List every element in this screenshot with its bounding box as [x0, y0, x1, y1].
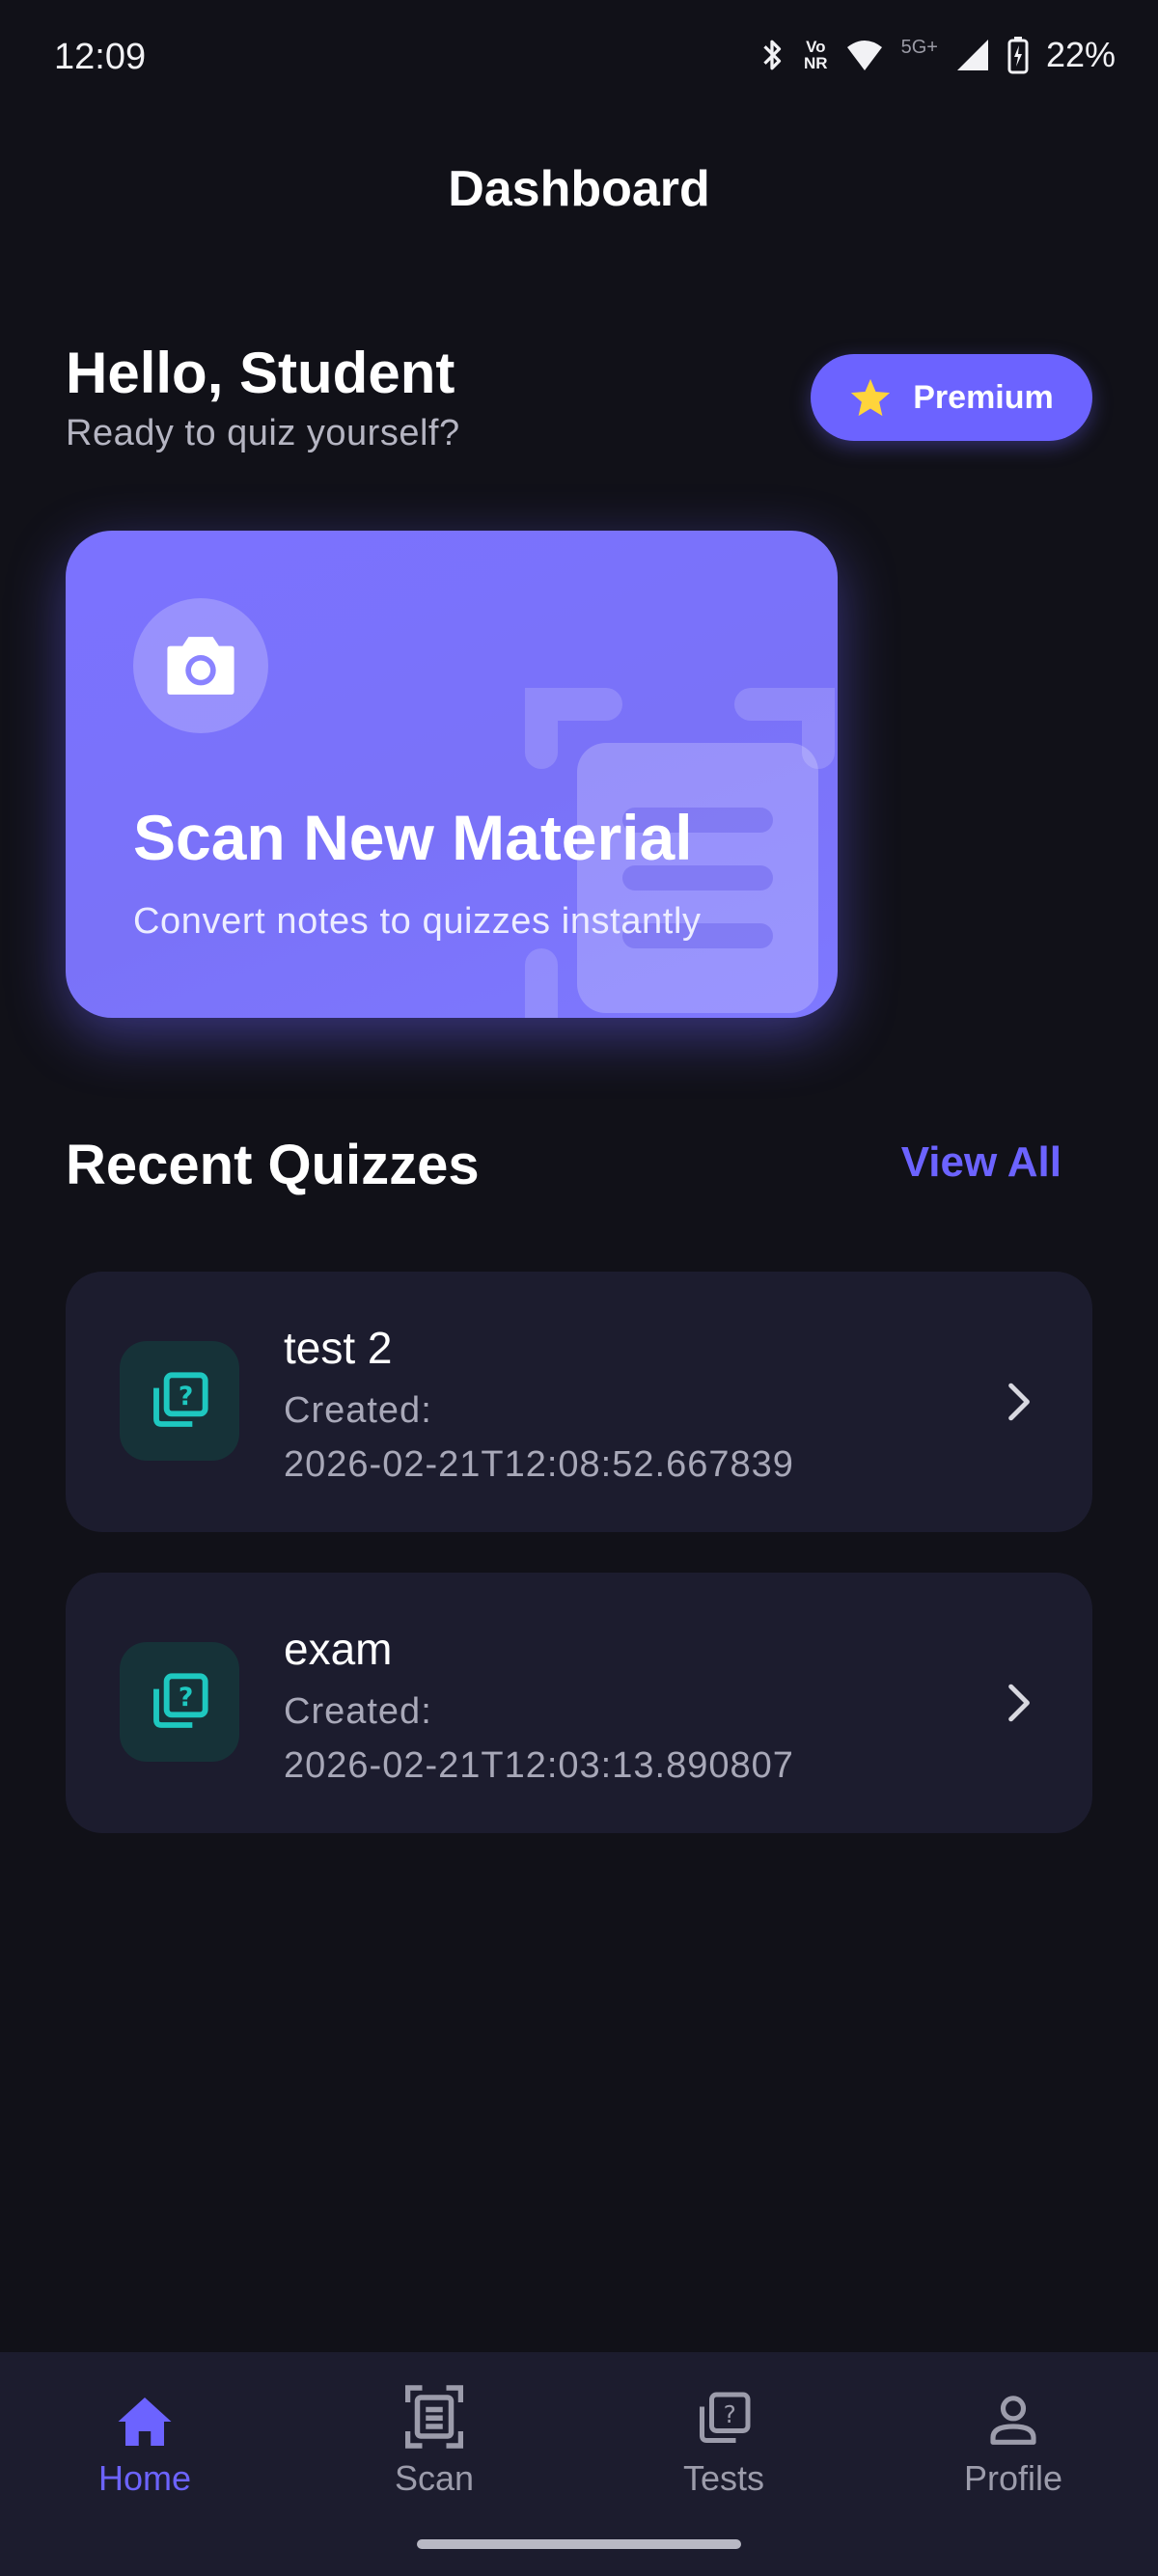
nav-item-profile[interactable]: Profile	[917, 2371, 1110, 2499]
quiz-card[interactable]: ? test 2 Created: 2026-02-21T12:08:52.66…	[66, 1272, 1092, 1532]
status-bar: 12:09 Vo NR 5G+ 22%	[0, 0, 1158, 116]
wifi-icon	[846, 41, 882, 70]
svg-text:?: ?	[179, 1382, 193, 1411]
greeting-title: Hello, Student	[66, 341, 455, 405]
home-indicator[interactable]	[417, 2539, 741, 2549]
camera-icon	[167, 637, 234, 695]
scan-card-subtitle: Convert notes to quizzes instantly	[133, 901, 702, 942]
quiz-created-label: Created:	[284, 1691, 432, 1732]
premium-label: Premium	[913, 378, 1054, 416]
greeting-subtitle: Ready to quiz yourself?	[66, 413, 460, 453]
quiz-created-label: Created:	[284, 1390, 432, 1431]
home-icon	[118, 2398, 172, 2446]
chevron-right-icon	[1008, 1684, 1030, 1722]
svg-text:?: ?	[724, 2400, 736, 2428]
volte-icon: Vo NR	[804, 38, 828, 72]
chevron-right-icon	[1008, 1383, 1030, 1421]
battery-icon	[1007, 37, 1029, 74]
nav-item-home[interactable]: Home	[48, 2371, 241, 2499]
quiz-created-value: 2026-02-21T12:03:13.890807	[284, 1745, 794, 1786]
quiz-icon-box: ?	[120, 1341, 239, 1461]
quiz-name: test 2	[284, 1323, 393, 1373]
network-type: 5G+	[900, 36, 938, 58]
nav-item-scan[interactable]: Scan	[338, 2371, 531, 2499]
quiz-icon-box: ?	[120, 1642, 239, 1762]
status-time: 12:09	[54, 37, 147, 77]
nav-label-tests: Tests	[682, 2458, 765, 2498]
nav-label-profile: Profile	[963, 2458, 1063, 2498]
quiz-icon: ?	[153, 1372, 208, 1427]
quiz-created-value: 2026-02-21T12:08:52.667839	[284, 1444, 794, 1485]
scan-card-title: Scan New Material	[133, 802, 693, 873]
nav-label-scan: Scan	[394, 2458, 475, 2498]
premium-button[interactable]: Premium	[811, 354, 1092, 441]
battery-level: 22%	[1045, 35, 1116, 74]
view-all-link[interactable]: View All	[901, 1138, 1062, 1187]
person-icon	[990, 2396, 1036, 2445]
quiz-created: Created: 2026-02-21T12:08:52.667839	[284, 1384, 794, 1492]
recent-quizzes-heading: Recent Quizzes	[66, 1134, 480, 1196]
camera-icon-circle	[133, 598, 268, 733]
quiz-card[interactable]: ? exam Created: 2026-02-21T12:03:13.8908…	[66, 1573, 1092, 1833]
page-title: Dashboard	[448, 161, 710, 217]
quiz-created: Created: 2026-02-21T12:03:13.890807	[284, 1685, 794, 1793]
status-icons: Vo NR 5G+ 22%	[758, 35, 1116, 75]
quiz-icon: ?	[700, 2392, 751, 2443]
nav-label-home: Home	[97, 2458, 192, 2498]
scan-new-material-card[interactable]: Scan New Material Convert notes to quizz…	[66, 531, 838, 1018]
scan-document-icon	[405, 2385, 463, 2449]
quiz-name: exam	[284, 1624, 393, 1674]
svg-text:?: ?	[179, 1683, 193, 1713]
signal-icon	[956, 40, 988, 70]
quiz-icon: ?	[153, 1673, 208, 1728]
nav-item-tests[interactable]: ? Tests	[627, 2371, 820, 2499]
bluetooth-icon	[763, 40, 782, 70]
star-icon	[851, 378, 891, 417]
